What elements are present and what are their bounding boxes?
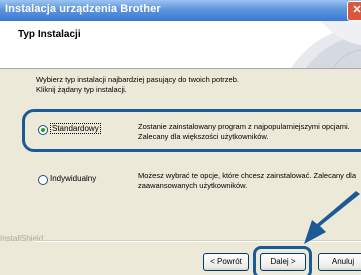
standard-option-callout [22, 109, 361, 152]
option-custom-description: Możesz wybrać te opcje, które chcesz zai… [138, 171, 356, 191]
wizard-header: Typ Instalacji [0, 21, 361, 69]
close-button[interactable]: ✕ [347, 1, 361, 21]
instructions-text: Wybierz typ instalacji najbardziej pasuj… [36, 75, 239, 95]
cancel-button[interactable]: Anuluj [318, 253, 361, 271]
next-button-callout [253, 246, 312, 275]
pointer-arrow-icon [304, 191, 360, 244]
option-custom-desc-line-1: Możesz wybrać te opcje, które chcesz zai… [138, 171, 357, 180]
instructions-line-2: Kliknij żądany typ instalacji. [36, 85, 127, 94]
title-bar: Instalacja urządzenia Brother ✕ [0, 0, 361, 21]
back-button[interactable]: < Powrót [203, 253, 249, 271]
header-decoration-graphic [291, 21, 361, 68]
back-button-label: < Powrót [210, 257, 242, 266]
radio-custom[interactable] [38, 175, 48, 185]
instructions-line-1: Wybierz typ instalacji najbardziej pasuj… [36, 75, 239, 84]
option-custom-label[interactable]: Indywidualny [50, 174, 96, 183]
page-title: Typ Instalacji [18, 29, 81, 40]
installer-window: Instalacja urządzenia Brother ✕ Typ Inst… [0, 0, 361, 275]
cancel-button-label: Anuluj [331, 257, 355, 266]
window-title: Instalacja urządzenia Brother [5, 3, 161, 15]
